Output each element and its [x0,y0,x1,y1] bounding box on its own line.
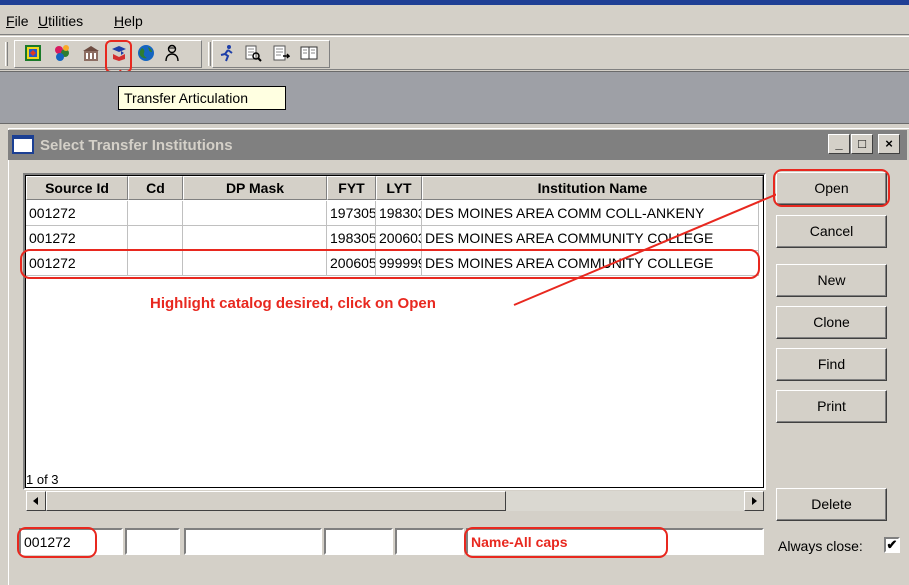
table-cell[interactable]: 001272 [26,251,128,276]
always-close-checkbox[interactable]: ✔ [884,537,900,553]
new-button[interactable]: New [776,264,887,297]
table-cell[interactable]: 001272 [26,201,128,226]
scroll-left-button[interactable] [26,491,46,511]
print-button[interactable]: Print [776,390,887,423]
table-cell[interactable]: 999999 [376,251,422,276]
fyt-field[interactable] [324,528,393,555]
search-doc-icon[interactable] [244,44,262,62]
table-cell[interactable]: 200605 [327,251,376,276]
menu-bar: File Utilities Help [0,5,909,35]
doc-arrow-icon[interactable] [272,44,290,62]
table-cell[interactable] [128,226,183,251]
map-icon[interactable] [53,44,71,62]
table-cell[interactable]: 198305 [327,226,376,251]
clone-button[interactable]: Clone [776,306,887,339]
toolbar [0,36,909,70]
find-button[interactable]: Find [776,348,887,381]
institution-name-field[interactable]: Name-All caps [466,528,764,555]
scroll-track[interactable] [506,491,744,511]
column-header-fyt[interactable]: FYT [327,176,376,200]
table-cell[interactable] [128,201,183,226]
transfer-icon[interactable] [110,44,128,62]
tooltip: Transfer Articulation [118,86,286,110]
table-cell[interactable] [128,251,183,276]
table-cell[interactable] [183,201,327,226]
book-icon[interactable] [300,44,318,62]
window-title: Select Transfer Institutions [40,137,233,154]
column-header-dp-mask[interactable]: DP Mask [183,176,327,200]
cancel-button[interactable]: Cancel [776,215,887,248]
menu-file[interactable]: File [6,13,29,29]
column-header-cd[interactable]: Cd [128,176,183,200]
column-header-lyt[interactable]: LYT [376,176,422,200]
window-icon [12,135,34,154]
open-button[interactable]: Open [776,172,887,205]
close-button[interactable]: × [878,134,900,154]
delete-button[interactable]: Delete [776,488,887,521]
source-id-field[interactable]: 001272 [19,528,123,555]
instruction-annotation: Highlight catalog desired, click on Open [150,295,436,312]
annotation-arrow [513,191,783,306]
table-cell[interactable]: 198303 [376,201,422,226]
scroll-thumb[interactable] [46,491,506,511]
runner-icon[interactable] [218,44,236,62]
column-header-source-id[interactable]: Source Id [26,176,128,200]
dp-mask-field[interactable] [184,528,322,555]
table-cell[interactable]: 197305 [327,201,376,226]
table-cell[interactable] [183,226,327,251]
institution-name-hint: Name-All caps [471,534,568,550]
forms-icon[interactable] [24,44,42,62]
table-cell[interactable] [183,251,327,276]
maximize-button[interactable]: □ [851,134,873,154]
row-count: 1 of 3 [26,472,59,487]
globe-icon[interactable] [137,44,155,62]
table-cell[interactable]: 001272 [26,226,128,251]
lyt-field[interactable] [395,528,464,555]
toolbar-grip [208,42,211,66]
cd-field[interactable] [125,528,180,555]
table-cell[interactable]: 200603 [376,226,422,251]
menu-help[interactable]: Help [114,13,143,29]
always-close-label: Always close: [778,538,863,554]
person-icon[interactable] [163,44,181,62]
scroll-right-button[interactable] [744,491,764,511]
toolbar-grip [5,42,8,66]
horizontal-scrollbar[interactable] [26,491,764,511]
menu-utilities[interactable]: Utilities [38,13,83,29]
minimize-button[interactable]: _ [828,134,850,154]
building-icon[interactable] [82,44,100,62]
